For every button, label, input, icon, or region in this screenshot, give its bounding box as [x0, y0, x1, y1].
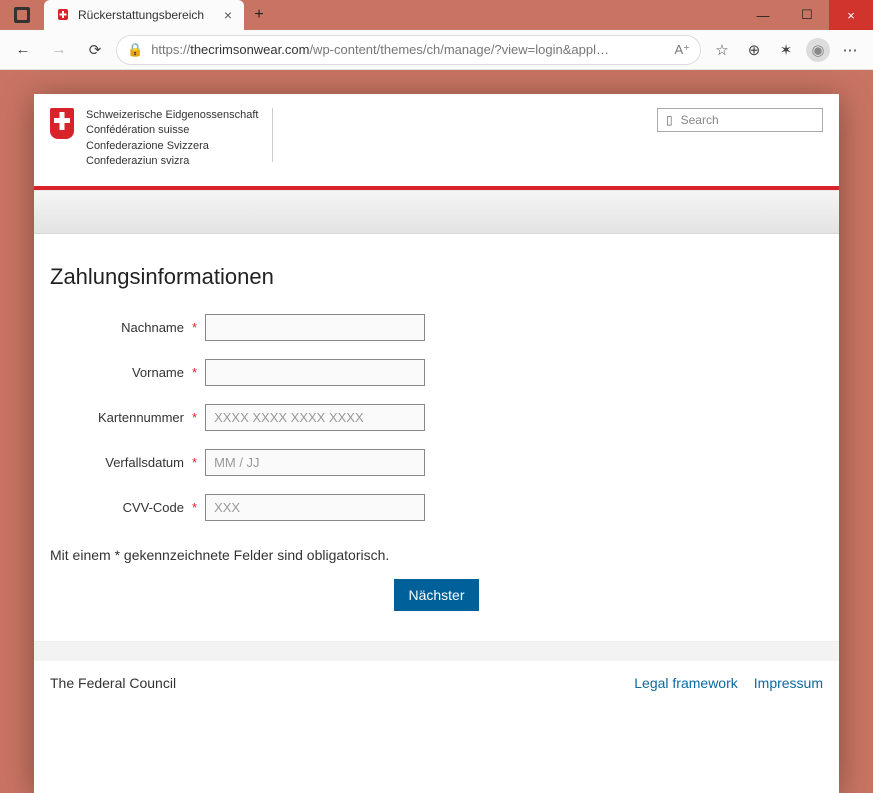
site-search[interactable]: ▯ Search — [657, 108, 823, 132]
window-maximize-button[interactable]: ☐ — [785, 0, 829, 30]
url-text: https://thecrimsonwear.com/wp-content/th… — [151, 42, 666, 57]
footer-org: The Federal Council — [50, 675, 176, 691]
required-marker: * — [192, 320, 197, 335]
main-content: Zahlungsinformationen Nachname * Vorname… — [34, 234, 839, 641]
tab-close-icon[interactable]: × — [224, 8, 232, 22]
page-heading: Zahlungsinformationen — [50, 264, 823, 290]
url-host: thecrimsonwear.com — [190, 42, 309, 57]
logo-text: Schweizerische Eidgenossenschaft Confédé… — [86, 108, 258, 170]
address-bar[interactable]: 🔒 https://thecrimsonwear.com/wp-content/… — [116, 35, 701, 65]
input-expiry[interactable] — [205, 449, 425, 476]
required-marker: * — [192, 455, 197, 470]
favicon-shield-icon — [56, 8, 70, 22]
logo-line-it: Confederazione Svizzera — [86, 139, 258, 154]
search-device-icon: ▯ — [666, 113, 673, 127]
window-titlebar: Rückerstattungsbereich × + — ☐ × — [0, 0, 873, 30]
window-controls: — ☐ × — [741, 0, 873, 30]
input-cvv[interactable] — [205, 494, 425, 521]
profile-avatar[interactable]: ◉ — [803, 35, 833, 65]
search-placeholder: Search — [681, 113, 719, 127]
site-footer: The Federal Council Legal framework Impr… — [34, 661, 839, 713]
more-menu-icon[interactable]: ⋯ — [835, 35, 865, 65]
app-icon — [0, 0, 44, 30]
tab-title: Rückerstattungsbereich — [78, 8, 216, 22]
new-tab-button[interactable]: + — [244, 0, 274, 30]
label-cardnumber: Kartennummer — [50, 410, 190, 425]
logo-line-rm: Confederaziun svizra — [86, 154, 258, 169]
favorites-icon[interactable]: ☆ — [707, 35, 737, 65]
row-expiry: Verfallsdatum * — [50, 449, 823, 476]
logo-divider — [272, 108, 273, 162]
url-scheme: https:// — [151, 42, 190, 57]
page-viewport: Schweizerische Eidgenossenschaft Confédé… — [0, 70, 873, 793]
browser-toolbar: ← → ⟳ 🔒 https://thecrimsonwear.com/wp-co… — [0, 30, 873, 70]
url-path: /wp-content/themes/ch/manage/?view=login… — [309, 42, 609, 57]
required-hint: Mit einem * gekennzeichnete Felder sind … — [50, 547, 823, 563]
lock-icon: 🔒 — [127, 42, 143, 58]
logo-line-fr: Confédération suisse — [86, 123, 258, 138]
site-header: Schweizerische Eidgenossenschaft Confédé… — [34, 94, 839, 186]
footer-link-legal[interactable]: Legal framework — [634, 675, 738, 691]
label-firstname: Vorname — [50, 365, 190, 380]
row-cardnumber: Kartennummer * — [50, 404, 823, 431]
row-cvv: CVV-Code * — [50, 494, 823, 521]
window-close-button[interactable]: × — [829, 0, 873, 30]
window-minimize-button[interactable]: — — [741, 0, 785, 30]
input-cardnumber[interactable] — [205, 404, 425, 431]
input-lastname[interactable] — [205, 314, 425, 341]
required-marker: * — [192, 500, 197, 515]
label-expiry: Verfallsdatum — [50, 455, 190, 470]
nav-gradient-bar — [34, 190, 839, 234]
row-lastname: Nachname * — [50, 314, 823, 341]
nav-refresh-button[interactable]: ⟳ — [80, 35, 110, 65]
row-firstname: Vorname * — [50, 359, 823, 386]
reader-mode-icon[interactable]: A⁺ — [674, 42, 690, 58]
logo-block: Schweizerische Eidgenossenschaft Confédé… — [50, 108, 258, 170]
page-container: Schweizerische Eidgenossenschaft Confédé… — [34, 94, 839, 793]
footer-link-impressum[interactable]: Impressum — [754, 675, 823, 691]
label-lastname: Nachname — [50, 320, 190, 335]
required-marker: * — [192, 365, 197, 380]
label-cvv: CVV-Code — [50, 500, 190, 515]
extensions-icon[interactable]: ✶ — [771, 35, 801, 65]
browser-tab[interactable]: Rückerstattungsbereich × — [44, 0, 244, 30]
footer-separator — [34, 641, 839, 661]
required-marker: * — [192, 410, 197, 425]
next-button[interactable]: Nächster — [394, 579, 478, 611]
collections-icon[interactable]: ⊕ — [739, 35, 769, 65]
nav-back-button[interactable]: ← — [8, 35, 38, 65]
swiss-shield-icon — [50, 108, 74, 136]
input-firstname[interactable] — [205, 359, 425, 386]
logo-line-de: Schweizerische Eidgenossenschaft — [86, 108, 258, 123]
nav-forward-button[interactable]: → — [44, 35, 74, 65]
